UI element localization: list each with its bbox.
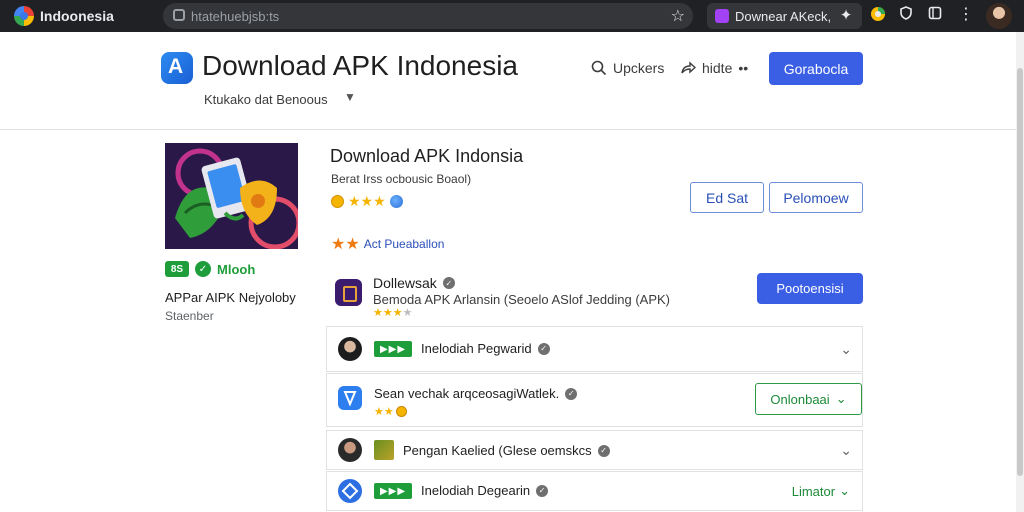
row-action-label: Limator [791,483,836,499]
share-link[interactable]: hidte •• [680,60,748,76]
search-link-label: Upckers [613,60,665,76]
row-title: Sean vechak arqceosagiWatlek. [374,386,560,401]
menu-dots-icon[interactable]: ⋮ [958,5,974,25]
app-meta: Berat Irss ocbousic Boaol) [331,172,472,186]
row-title-wrap: Pengan Kaelied (Glese oemskcs ✓ [403,443,610,458]
pin-icon[interactable]: ✦ [836,6,856,26]
browser-toolbar: Indoonesia htatehuebjsb:ts ☆ Downear AKe… [0,0,1024,32]
rating-stars: ★★★ [348,193,386,209]
app-icon [338,386,362,410]
row-title: Pengan Kaelied (Glese oemskcs [403,443,592,458]
item-title: Dollewsak [373,275,437,291]
green-badge: ▶▶▶ [374,483,412,499]
app-title: Download APK Indonsia [330,146,524,166]
shield-icon[interactable] [896,6,916,26]
featured-label: Act Pueaballon [363,237,445,251]
green-badge: ▶▶▶ [374,341,412,357]
coin-icon [331,195,344,208]
verified-icon: ✓ [565,387,578,400]
sidebar-app-name: APPar AIPK Nejyoloby [165,290,296,305]
row-title: Inelodiah Degearin [421,483,531,498]
row-action-button[interactable]: Onlonbaai ⌄ [755,383,862,415]
app-cover-image [165,143,298,249]
app-badges: 8S ✓ Mlooh [165,261,255,277]
sidebar-developer[interactable]: Staenber [165,309,214,323]
game-icon [374,440,394,460]
item-title-wrap: Dollewsak ✓ [373,275,455,291]
item-download-button[interactable]: Pootoensisi [757,273,863,304]
scrollbar-thumb[interactable] [1017,68,1023,476]
list-item[interactable]: ▶▶▶ Inelodiah Pegwarid ✓ ⌄ [326,326,863,372]
chevron-down-icon: ⌄ [839,483,850,498]
edit-button[interactable]: Ed Sat [690,182,764,213]
main-download-item[interactable]: Dollewsak ✓ Bemoda APK Arlansin (Seoelo … [326,266,863,324]
verified-icon: ✓ [536,484,549,497]
more-icon: •• [738,60,749,76]
row-stars-text: ★★ [374,406,394,418]
check-icon: ✓ [195,261,211,277]
share-link-label: hidte [702,60,733,76]
lock-icon [173,9,185,21]
verified-icon: ✓ [442,277,455,289]
address-text[interactable]: htatehuebjsb:ts [191,9,279,24]
side-panel-icon[interactable] [925,6,945,26]
row-title-wrap: Inelodiah Degearin ✓ [421,483,549,498]
chevron-down-icon: ⌄ [835,391,847,406]
extension-icon [715,9,729,23]
preview-button[interactable]: Pelomoew [769,182,863,213]
share-icon [681,61,696,74]
page-scrollbar[interactable] [1016,32,1024,512]
tab-title[interactable]: Indoonesia [40,8,114,24]
chevron-down-icon[interactable]: ⌄ [840,442,852,459]
header-primary-button[interactable]: Gorabocla [769,52,863,85]
search-icon [591,60,607,76]
site-title: Download APK Indonesia [202,50,518,81]
address-bar[interactable]: htatehuebjsb:ts ☆ [163,3,693,29]
app-rating: ★★★ [331,193,403,210]
list-item[interactable]: Pengan Kaelied (Glese oemskcs ✓ ⌄ [326,430,863,470]
featured-stars: ★★ [331,236,360,253]
list-item[interactable]: ▶▶▶ Inelodiah Degearin ✓ Limator ⌄ [326,471,863,511]
row-title: Inelodiah Pegwarid [421,341,532,356]
site-header: A Download APK Indonesia Ktukako dat Ben… [0,32,1016,130]
row-title-wrap: Sean vechak arqceosagiWatlek. ✓ [374,386,578,401]
avatar [338,337,362,361]
verified-icon: ✓ [597,444,610,457]
site-logo-icon[interactable]: A [161,52,193,84]
avatar [338,438,362,462]
chevron-down-icon[interactable]: ▼ [344,90,356,104]
item-stars-off: ★ [402,307,413,319]
row-action-label: Onlonbaai [770,391,830,407]
item-stars-on: ★★★ [373,307,403,319]
list-item[interactable]: Sean vechak arqceosagiWatlek. ✓ ★★ Onlon… [326,373,863,427]
featured-tag[interactable]: ★★ Act Pueaballon [331,234,444,254]
row-title-wrap: Inelodiah Pegwarid ✓ [421,341,550,356]
coin-icon [395,406,407,417]
profile-avatar[interactable] [986,3,1012,29]
app-icon [335,279,362,306]
verified-icon: ✓ [537,342,550,355]
row-stars: ★★ [374,405,407,418]
search-link[interactable]: Upckers [591,60,664,76]
bookmark-star-icon[interactable]: ☆ [671,6,685,26]
item-description: Bemoda APK Arlansin (Seoelo ASlof Jeddin… [373,292,671,307]
row-action-link[interactable]: Limator ⌄ [792,483,850,499]
age-rating-badge: 8S [165,261,189,277]
badge-label: Mlooh [217,261,256,277]
globe-icon [389,195,403,208]
item-stars: ★★★★ [373,306,412,319]
app-icon [338,479,362,503]
chrome-extension-icon[interactable] [868,6,888,28]
chevron-down-icon[interactable]: ⌄ [840,341,852,358]
extension-label: Downear AKeck, [735,9,832,24]
browser-logo-icon [14,6,34,26]
site-subtitle[interactable]: Ktukako dat Benoous [204,92,328,107]
